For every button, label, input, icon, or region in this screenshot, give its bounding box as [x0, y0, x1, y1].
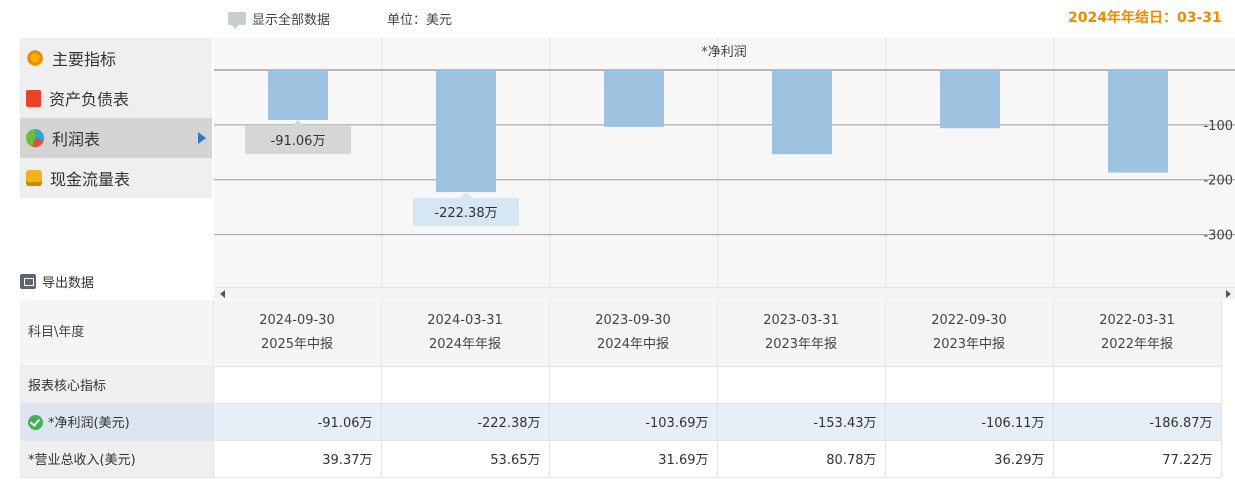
y-tick-label: -100: [1203, 119, 1233, 134]
sidebar-item-label: 资产负债表: [49, 90, 130, 109]
y-tick-label: -300: [1203, 229, 1233, 244]
table-cell: 77.22万: [1053, 440, 1222, 478]
bar: [604, 70, 664, 127]
column-date: 2022-03-31: [1099, 312, 1175, 328]
column-header: 2022-09-30 2023年中报: [885, 300, 1054, 367]
table-cell: 80.78万: [717, 440, 886, 478]
unit-label: 单位：美元: [387, 13, 453, 28]
sidebar-item-label: 利润表: [52, 130, 101, 149]
column-period: 2022年年报: [1100, 336, 1174, 352]
sidebar-item-main-indicators[interactable]: 主要指标: [20, 38, 212, 78]
table-cell: -103.69万: [549, 403, 718, 441]
column-date: 2024-03-31: [427, 312, 503, 328]
sidebar-item-label: 现金流量表: [50, 170, 131, 189]
row-label[interactable]: *营业总收入(美元): [20, 440, 214, 478]
table-cell: 31.69万: [549, 440, 718, 478]
y-tick-label: -200: [1203, 174, 1233, 189]
income-statement-table: 科目\年度 2024-09-30 2025年中报 2024-03-31 2024年年…: [20, 300, 1222, 478]
empty-cell: [717, 366, 886, 404]
chart-background: [214, 38, 1235, 288]
chart-title: *净利润: [701, 45, 747, 60]
top-bar: 显示全部数据 单位：美元 2024年年结日：03-31: [0, 0, 1235, 38]
show-all-label: 显示全部数据: [252, 13, 331, 28]
column-header: 2023-03-31 2023年年报: [717, 300, 886, 367]
sidebar-item-label: 主要指标: [52, 50, 117, 69]
column-date: 2023-09-30: [595, 312, 671, 328]
sidebar-item-balance-sheet[interactable]: 资产负债表: [20, 78, 212, 118]
table-cell: -153.43万: [717, 403, 886, 441]
scroll-right-icon[interactable]: [1226, 290, 1231, 298]
table-row-net-profit[interactable]: *净利润(美元) -91.06万 -222.38万 -103.69万 -153.…: [20, 403, 1222, 441]
scroll-left-icon[interactable]: [220, 290, 225, 298]
document-icon: [26, 89, 41, 107]
empty-cell: [381, 366, 550, 404]
empty-cell: [1053, 366, 1222, 404]
column-header: 2024-03-31 2024年年报: [381, 300, 550, 367]
empty-cell: [549, 366, 718, 404]
fiscal-year-end-label: 2024年年结日：03-31: [1068, 10, 1222, 26]
column-period: 2023年中报: [932, 336, 1006, 352]
header-label: 科目\年度: [20, 300, 214, 367]
chart-svg: -100 -200 -300 -91.06万 -222.38万 *净利润: [214, 38, 1235, 288]
coins-icon: [26, 170, 42, 186]
caret-right-icon: [198, 132, 206, 144]
column-period: 2024年年报: [428, 336, 502, 352]
column-period: 2025年中报: [260, 336, 334, 352]
bar: [940, 70, 1000, 129]
row-label-text: *净利润(美元): [48, 416, 130, 431]
pie-chart-icon: [26, 129, 44, 147]
export-data-button[interactable]: 导出数据: [20, 272, 94, 291]
column-header: 2022-03-31 2022年年报: [1053, 300, 1222, 367]
sidebar-item-income-statement[interactable]: 利润表: [20, 118, 212, 158]
column-date: 2022-09-30: [931, 312, 1007, 328]
column-header: 2023-09-30 2024年中报: [549, 300, 718, 367]
bar: [1108, 70, 1168, 173]
table-cell: -186.87万: [1053, 403, 1222, 441]
column-date: 2024-09-30: [259, 312, 335, 328]
bar: [772, 70, 832, 155]
statement-sidebar: 主要指标 资产负债表 利润表 现金流量表: [20, 38, 212, 198]
empty-cell: [885, 366, 1054, 404]
chart-horizontal-scrollbar[interactable]: [214, 287, 1235, 299]
column-header: 2024-09-30 2025年中报: [213, 300, 382, 367]
section-label: 报表核心指标: [20, 366, 214, 404]
empty-cell: [213, 366, 382, 404]
table-cell: 39.37万: [213, 440, 382, 478]
export-label: 导出数据: [42, 276, 95, 291]
bar: [268, 70, 328, 120]
table-cell: -91.06万: [213, 403, 382, 441]
row-label[interactable]: *净利润(美元): [20, 403, 214, 441]
export-icon: [20, 274, 36, 289]
table-cell: 36.29万: [885, 440, 1054, 478]
flower-icon: [26, 49, 44, 67]
data-label-text: -91.06万: [271, 134, 326, 149]
net-profit-chart: -100 -200 -300 -91.06万 -222.38万 *净利润: [214, 38, 1235, 288]
sidebar-item-cash-flow[interactable]: 现金流量表: [20, 158, 212, 198]
column-period: 2024年中报: [596, 336, 670, 352]
table-header-row: 科目\年度 2024-09-30 2025年中报 2024-03-31 2024年年…: [20, 300, 1222, 367]
table-cell: -222.38万: [381, 403, 550, 441]
table-cell: -106.11万: [885, 403, 1054, 441]
data-label-text: -222.38万: [434, 206, 497, 221]
show-all-data-toggle[interactable]: 显示全部数据: [228, 9, 331, 29]
column-period: 2023年年报: [764, 336, 838, 352]
table-section-row: 报表核心指标: [20, 366, 1222, 404]
comment-icon: [228, 12, 246, 29]
table-row-revenue[interactable]: *营业总收入(美元) 39.37万 53.65万 31.69万 80.78万 3…: [20, 440, 1222, 478]
column-date: 2023-03-31: [763, 312, 839, 328]
table-cell: 53.65万: [381, 440, 550, 478]
bar: [436, 70, 496, 193]
check-circle-icon: [28, 415, 43, 430]
